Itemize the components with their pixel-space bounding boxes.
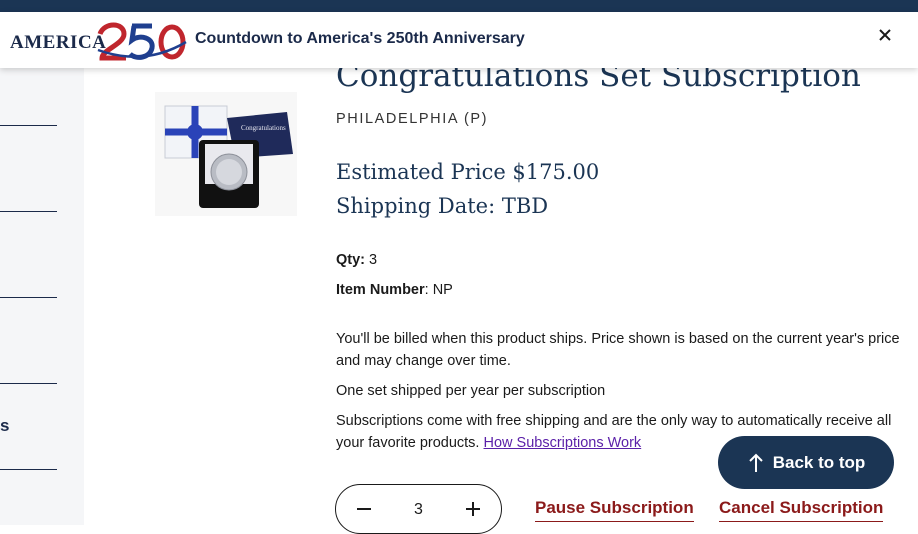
arrow-up-icon bbox=[749, 453, 763, 472]
sidebar-divider bbox=[0, 383, 57, 384]
america-250-logo[interactable]: AMERICA bbox=[10, 20, 187, 62]
frequency-note: One set shipped per year per subscriptio… bbox=[336, 383, 606, 399]
logo-250-mark bbox=[97, 22, 187, 61]
sidebar-divider bbox=[0, 125, 57, 126]
quantity-stepper[interactable]: 3 bbox=[335, 484, 502, 534]
item-number-value: : NP bbox=[424, 282, 453, 298]
plus-icon[interactable] bbox=[461, 497, 485, 521]
estimated-price: Estimated Price $175.00 bbox=[336, 160, 600, 184]
qty-field: Qty: 3 bbox=[336, 252, 377, 268]
billing-note: You'll be billed when this product ships… bbox=[336, 331, 900, 369]
back-to-top-button[interactable]: Back to top bbox=[718, 436, 894, 489]
sidebar-item-label[interactable]: s bbox=[0, 416, 9, 436]
mint-label: PHILADELPHIA (P) bbox=[336, 111, 489, 127]
shipping-date: Shipping Date: TBD bbox=[336, 194, 549, 218]
item-number-field: Item Number: NP bbox=[336, 282, 453, 298]
sidebar-nav bbox=[0, 68, 84, 525]
close-banner-button[interactable] bbox=[874, 24, 896, 46]
product-image[interactable]: Congratulations bbox=[155, 92, 297, 216]
logo-text: AMERICA bbox=[10, 32, 107, 53]
banner-text: Countdown to America's 250th Anniversary bbox=[195, 30, 525, 47]
qty-label: Qty: bbox=[336, 252, 365, 268]
how-subscriptions-work-link[interactable]: How Subscriptions Work bbox=[484, 435, 642, 451]
back-to-top-label: Back to top bbox=[772, 452, 866, 472]
anniversary-banner: AMERICA Countdown to America's 250th Ann… bbox=[0, 12, 918, 68]
top-stripe bbox=[0, 0, 918, 12]
product-photo: Congratulations bbox=[164, 105, 293, 208]
sidebar-divider bbox=[0, 211, 57, 212]
sidebar-divider bbox=[0, 297, 57, 298]
sidebar-divider bbox=[0, 469, 57, 470]
qty-value: 3 bbox=[369, 252, 378, 268]
close-icon bbox=[879, 29, 891, 41]
item-number-label: Item Number bbox=[336, 282, 425, 298]
pause-subscription-button[interactable]: Pause Subscription bbox=[535, 498, 694, 522]
cancel-subscription-button[interactable]: Cancel Subscription bbox=[719, 498, 884, 522]
svg-text:Congratulations: Congratulations bbox=[241, 124, 286, 132]
